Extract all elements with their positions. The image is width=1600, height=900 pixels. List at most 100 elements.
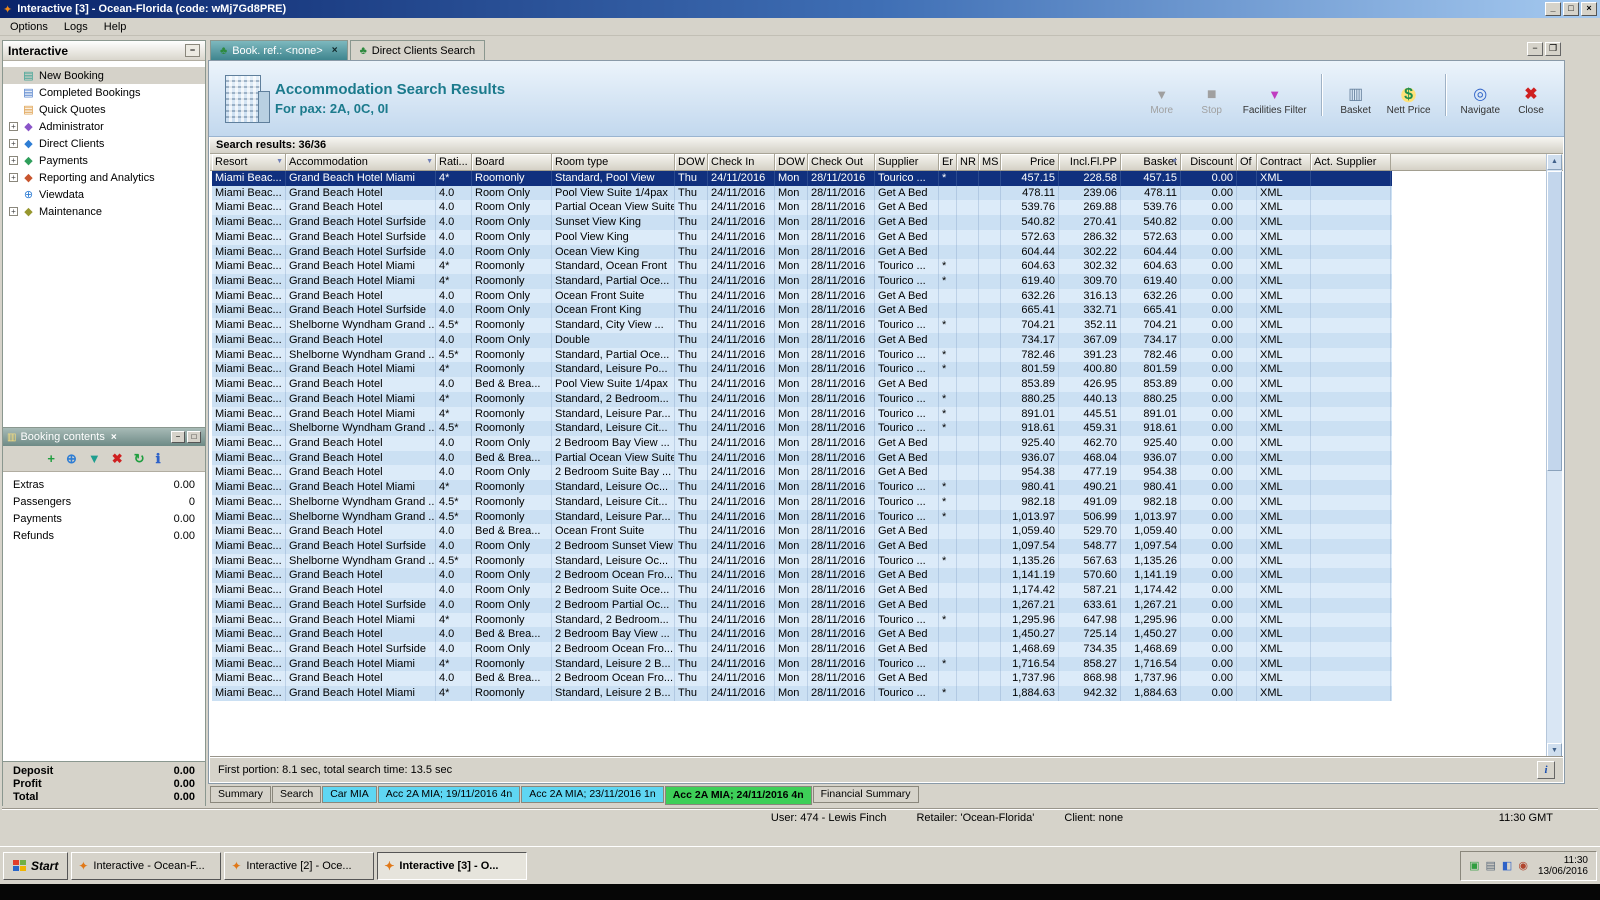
table-row[interactable]: Miami Beac... Grand Beach Hotel 4.0 Room On… <box>212 465 1392 481</box>
update-icon[interactable]: ◉ <box>1518 859 1528 872</box>
column-header-rati-2[interactable]: Rati... <box>436 154 472 170</box>
delete-icon[interactable]: ✖ <box>112 451 123 467</box>
scrollbar-thumb[interactable] <box>1547 171 1562 471</box>
filter-icon[interactable]: ▼ <box>426 158 433 165</box>
table-row[interactable]: Miami Beac... Grand Beach Hotel 4.0 Room On… <box>212 435 1392 451</box>
collapse-panel-button[interactable]: − <box>185 44 200 57</box>
table-row[interactable]: Miami Beac... Grand Beach Hotel 4.0 Bed & B… <box>212 377 1392 392</box>
column-header-nr-11[interactable]: NR <box>957 154 979 170</box>
bottom-tab-acc-2a-mia-23-11-2016-1n[interactable]: Acc 2A MIA; 23/11/2016 1n <box>521 786 664 803</box>
toolbar-button-basket[interactable]: ▥ Basket <box>1337 85 1375 116</box>
table-row[interactable]: Miami Beac... Grand Beach Hotel Miami 4* Ro… <box>212 259 1392 275</box>
table-row[interactable]: Miami Beac... Grand Beach Hotel 4.0 Bed & B… <box>212 671 1392 687</box>
table-row[interactable]: Miami Beac... Grand Beach Hotel Surfside 4… <box>212 303 1392 319</box>
column-header-room-type-4[interactable]: Room type <box>552 154 675 170</box>
table-row[interactable]: Miami Beac... Grand Beach Hotel Surfside 4… <box>212 538 1392 554</box>
column-header-dow-5[interactable]: DOW <box>675 154 708 170</box>
table-row[interactable]: Miami Beac... Shelborne Wyndham Grand ...… <box>212 347 1392 363</box>
toolbar-button-navigate[interactable]: ◎ Navigate <box>1461 85 1500 116</box>
taskbar-window-interactive-ocean-f[interactable]: ✦ Interactive - Ocean-F... <box>71 851 222 880</box>
table-row[interactable]: Miami Beac... Grand Beach Hotel Miami 4* Ro… <box>212 171 1392 186</box>
booking-contents-minimize-button[interactable]: − <box>171 431 185 443</box>
expander-icon[interactable]: + <box>9 207 18 216</box>
column-header-board-3[interactable]: Board <box>472 154 552 170</box>
menu-logs[interactable]: Logs <box>56 19 96 35</box>
column-header-er-10[interactable]: Er <box>939 154 957 170</box>
column-header-discount-16[interactable]: Discount <box>1181 154 1237 170</box>
tab-close-icon[interactable]: × <box>332 45 338 56</box>
table-row[interactable]: Miami Beac... Grand Beach Hotel Miami 4* Ro… <box>212 686 1392 701</box>
column-header-resort-0[interactable]: Resort ▼ <box>212 154 286 170</box>
booking-contents-row[interactable]: Payments 0.00 <box>3 513 205 530</box>
refresh-icon[interactable]: ↻ <box>134 451 145 467</box>
scroll-up-icon[interactable]: ▲ <box>1547 154 1562 170</box>
bottom-tab-search[interactable]: Search <box>271 786 322 803</box>
sidebar-item-new-booking[interactable]: ▤ New Booking <box>3 67 205 84</box>
taskbar-window-interactive-3-o[interactable]: ✦ Interactive [3] - O... <box>377 851 528 880</box>
booking-contents-row[interactable]: Refunds 0.00 <box>3 530 205 547</box>
globe-icon[interactable]: ⊕ <box>66 451 77 467</box>
table-row[interactable]: Miami Beac... Grand Beach Hotel Miami 4* Ro… <box>212 274 1392 289</box>
expander-icon[interactable]: + <box>9 139 18 148</box>
tab-book-ref-none[interactable]: ♣ Book. ref.: <none> × <box>210 40 348 60</box>
table-row[interactable]: Miami Beac... Grand Beach Hotel Surfside 4… <box>212 597 1392 613</box>
sidebar-item-quick-quotes[interactable]: ▤ Quick Quotes <box>3 101 205 118</box>
table-row[interactable]: Miami Beac... Grand Beach Hotel 4.0 Bed & B… <box>212 450 1392 466</box>
table-row[interactable]: Miami Beac... Grand Beach Hotel Miami 4* Ro… <box>212 406 1392 422</box>
toolbar-button-facilities-filter[interactable]: ▼ Facilities Filter <box>1243 85 1307 116</box>
add-icon[interactable]: + <box>47 451 55 466</box>
table-row[interactable]: Miami Beac... Grand Beach Hotel Miami 4* Ro… <box>212 656 1392 672</box>
expander-icon[interactable]: + <box>9 156 18 165</box>
table-row[interactable]: Miami Beac... Grand Beach Hotel Miami 4* Ro… <box>212 362 1392 378</box>
table-row[interactable]: Miami Beac... Grand Beach Hotel 4.0 Room On… <box>212 568 1392 584</box>
column-header-dow-7[interactable]: DOW <box>775 154 808 170</box>
table-row[interactable]: Miami Beac... Grand Beach Hotel 4.0 Room On… <box>212 200 1392 216</box>
expander-icon[interactable]: + <box>9 122 18 131</box>
sidebar-item-direct-clients[interactable]: + ◆ Direct Clients <box>3 135 205 152</box>
toolbar-button-nett-price[interactable]: $ Nett Price <box>1387 84 1431 116</box>
basket-export-icon[interactable]: ▼ <box>88 451 101 466</box>
table-row[interactable]: Miami Beac... Grand Beach Hotel 4.0 Room On… <box>212 332 1392 348</box>
info-button[interactable]: i <box>1537 760 1555 779</box>
bottom-tab-financial-summary[interactable]: Financial Summary <box>812 786 919 803</box>
column-header-basket-15[interactable]: Basket ▼ <box>1121 154 1181 170</box>
expander-icon[interactable]: + <box>9 173 18 182</box>
column-header-supplier-9[interactable]: Supplier <box>875 154 939 170</box>
chat-icon[interactable]: ▣ <box>1469 859 1479 872</box>
sidebar-item-administrator[interactable]: + ◆ Administrator <box>3 118 205 135</box>
start-button[interactable]: Start <box>3 851 69 880</box>
table-row[interactable]: Miami Beac... Grand Beach Hotel Miami 4* Ro… <box>212 391 1392 407</box>
vertical-scrollbar[interactable]: ▲ ▼ <box>1546 154 1562 759</box>
booking-contents-maximize-button[interactable]: □ <box>187 431 201 443</box>
info-icon[interactable]: ℹ <box>156 451 161 467</box>
table-row[interactable]: Miami Beac... Shelborne Wyndham Grand ...… <box>212 553 1392 569</box>
table-row[interactable]: Miami Beac... Shelborne Wyndham Grand ...… <box>212 494 1392 510</box>
booking-contents-row[interactable]: Extras 0.00 <box>3 479 205 496</box>
column-header-price-13[interactable]: Price <box>1001 154 1059 170</box>
table-row[interactable]: Miami Beac... Grand Beach Hotel Miami 4* Ro… <box>212 480 1392 495</box>
table-row[interactable]: Miami Beac... Grand Beach Hotel Surfside 4… <box>212 229 1392 245</box>
table-row[interactable]: Miami Beac... Shelborne Wyndham Grand ...… <box>212 318 1392 333</box>
table-row[interactable]: Miami Beac... Grand Beach Hotel 4.0 Room On… <box>212 185 1392 201</box>
filter-icon[interactable]: ▼ <box>276 158 283 165</box>
table-row[interactable]: Miami Beac... Grand Beach Hotel 4.0 Bed & B… <box>212 627 1392 642</box>
sidebar-item-reporting-and-analytics[interactable]: + ◆ Reporting and Analytics <box>3 169 205 186</box>
booking-contents-row[interactable]: Passengers 0 <box>3 496 205 513</box>
tab-direct-clients-search[interactable]: ♣ Direct Clients Search <box>349 40 486 60</box>
bottom-tab-acc-2a-mia-19-11-2016-4n[interactable]: Acc 2A MIA; 19/11/2016 4n <box>377 786 521 803</box>
booking-contents-close-icon[interactable]: × <box>111 432 117 443</box>
table-row[interactable]: Miami Beac... Grand Beach Hotel 4.0 Bed & B… <box>212 524 1392 539</box>
bottom-tab-car-mia[interactable]: Car MIA <box>322 786 377 803</box>
column-header-accommodation-1[interactable]: Accommodation ▼ <box>286 154 436 170</box>
table-row[interactable]: Miami Beac... Grand Beach Hotel Surfside 4… <box>212 244 1392 260</box>
bottom-tab-acc-2a-mia-24-11-2016-4n[interactable]: Acc 2A MIA; 24/11/2016 4n <box>664 786 812 805</box>
minimize-button[interactable]: _ <box>1545 2 1561 16</box>
bottom-tab-summary[interactable]: Summary <box>210 786 271 803</box>
column-header-contract-18[interactable]: Contract <box>1257 154 1311 170</box>
mdi-restore-button[interactable]: ❐ <box>1545 42 1561 56</box>
display-icon[interactable]: ◧ <box>1502 859 1512 872</box>
filter-icon[interactable]: ▼ <box>1171 158 1178 165</box>
taskbar-window-interactive-2-oce[interactable]: ✦ Interactive [2] - Oce... <box>224 851 375 880</box>
table-row[interactable]: Miami Beac... Grand Beach Hotel 4.0 Room On… <box>212 288 1392 304</box>
column-header-of-17[interactable]: Of <box>1237 154 1257 170</box>
